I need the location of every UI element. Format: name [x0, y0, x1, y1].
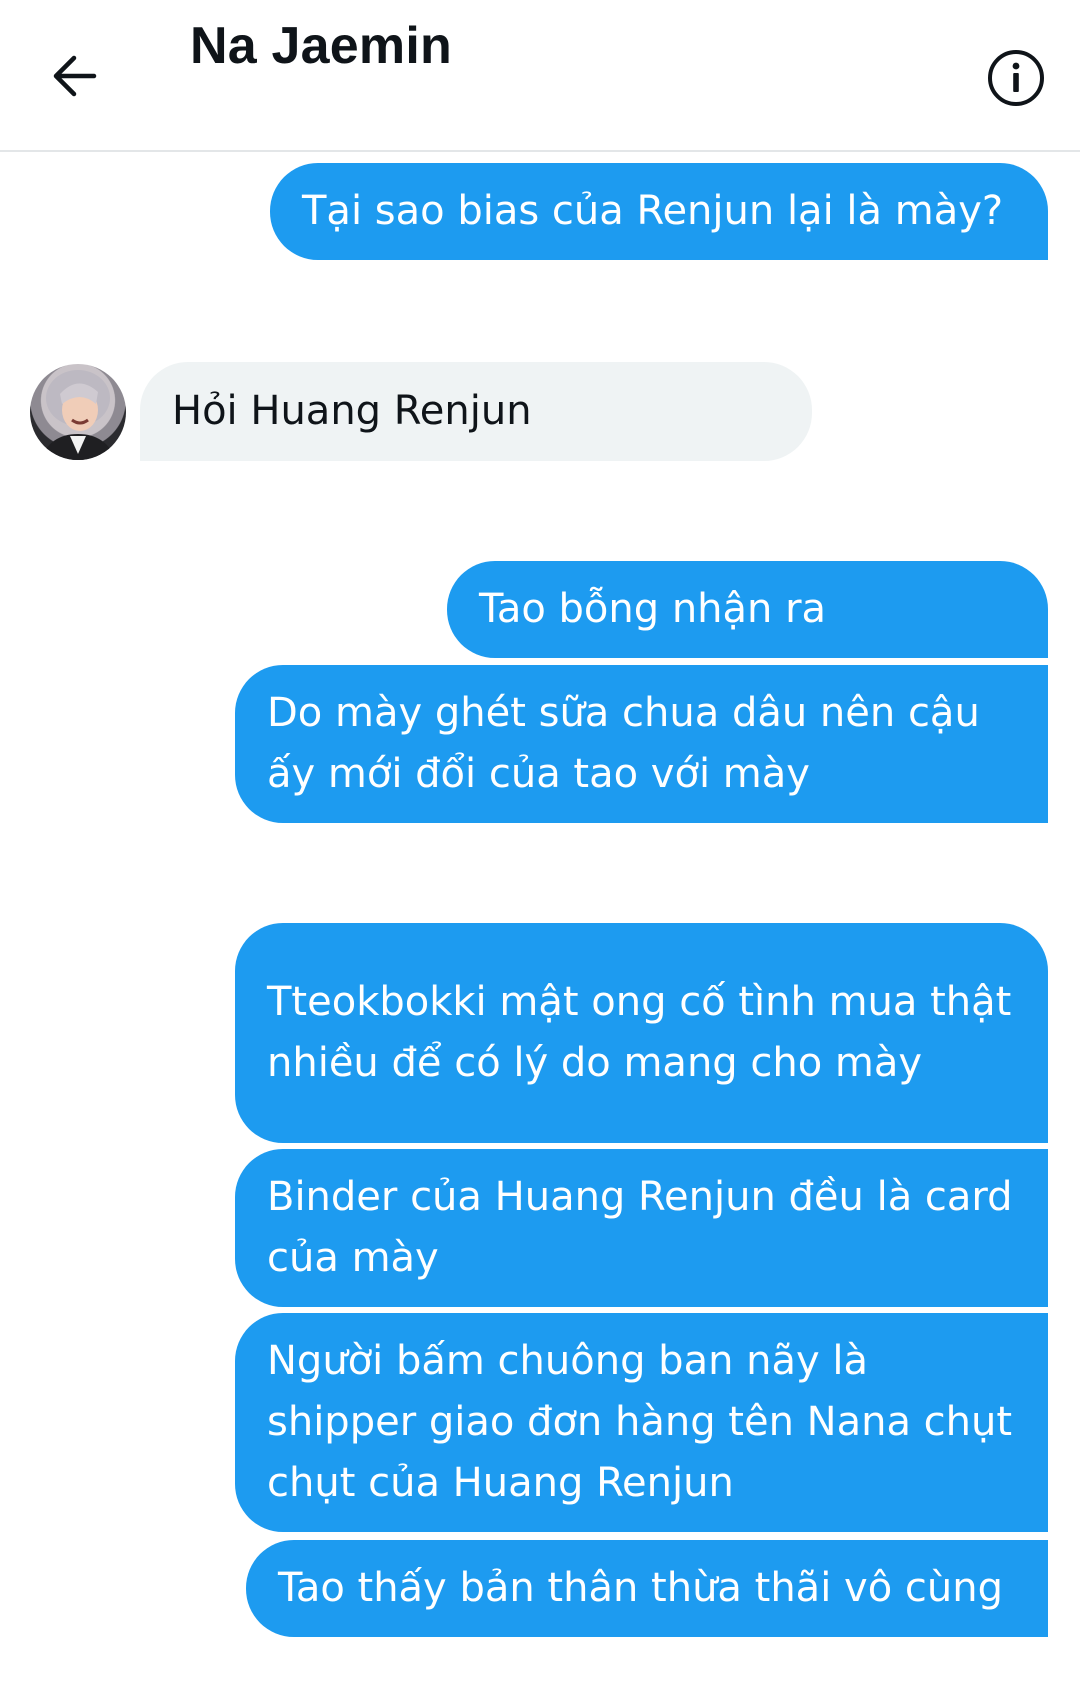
- message-bubble-incoming[interactable]: Hỏi Huang Renjun: [140, 362, 812, 461]
- avatar[interactable]: [30, 364, 126, 460]
- message-text: Tại sao bias của Renjun lại là mày?: [302, 188, 1004, 234]
- message-bubble-outgoing[interactable]: Tao thấy bản thân thừa thãi vô cùng: [246, 1540, 1048, 1637]
- message-text: Hỏi Huang Renjun: [172, 388, 532, 434]
- message-text: Binder của Huang Renjun đều là card của …: [267, 1174, 1013, 1281]
- message-text: Do mày ghét sữa chua dâu nên cậu ấy mới …: [267, 690, 980, 797]
- conversation-title: Na Jaemin: [190, 17, 452, 75]
- message-text: Tao bỗng nhận ra: [479, 586, 827, 632]
- conversation-header: Na Jaemin: [0, 0, 1080, 152]
- message-bubble-outgoing[interactable]: Binder của Huang Renjun đều là card của …: [235, 1149, 1048, 1307]
- message-bubble-outgoing[interactable]: Tại sao bias của Renjun lại là mày?: [270, 163, 1048, 260]
- message-text: Tao thấy bản thân thừa thãi vô cùng: [278, 1565, 1003, 1611]
- info-circle-icon[interactable]: [986, 48, 1046, 108]
- message-bubble-outgoing[interactable]: Do mày ghét sữa chua dâu nên cậu ấy mới …: [235, 665, 1048, 823]
- message-bubble-outgoing[interactable]: Tao bỗng nhận ra: [447, 561, 1048, 658]
- message-bubble-outgoing[interactable]: Tteokbokki mật ong cố tình mua thật nhiề…: [235, 923, 1048, 1143]
- arrow-left-icon[interactable]: [44, 46, 104, 106]
- message-text: Tteokbokki mật ong cố tình mua thật nhiề…: [267, 979, 1012, 1086]
- message-text: Người bấm chuông ban nãy là shipper giao…: [267, 1338, 1013, 1506]
- message-bubble-outgoing[interactable]: Người bấm chuông ban nãy là shipper giao…: [235, 1313, 1048, 1532]
